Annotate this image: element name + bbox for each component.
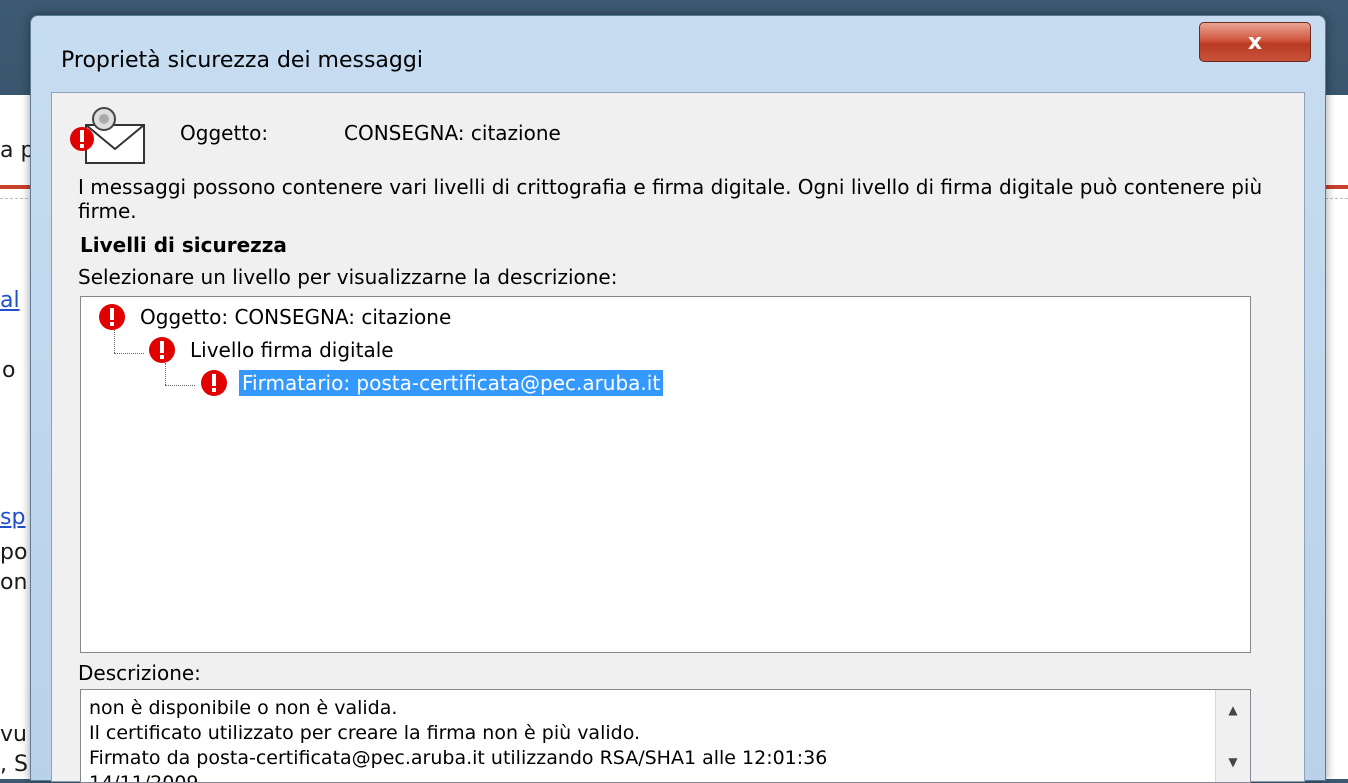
tree-item-label: Oggetto: CONSEGNA: citazione bbox=[140, 305, 452, 329]
dialog-content: Oggetto: CONSEGNA: citazione I messaggi … bbox=[51, 92, 1305, 783]
background-text-fragment: on bbox=[0, 570, 28, 595]
close-icon: x bbox=[1247, 29, 1263, 55]
description-scrollbar[interactable]: ▲ ▼ bbox=[1215, 690, 1250, 782]
tree-connector bbox=[114, 329, 115, 353]
secure-envelope-warning-icon bbox=[70, 107, 145, 164]
description-line: non è disponibile o non è valida. bbox=[89, 697, 398, 719]
tree-item-signer[interactable]: Firmatario: posta-certificata@pec.aruba.… bbox=[197, 368, 664, 398]
tree-connector bbox=[165, 385, 195, 386]
tree-item-label: Livello firma digitale bbox=[190, 338, 394, 362]
description-line: Il certificato utilizzato per creare la … bbox=[89, 722, 641, 744]
scroll-down-arrow-icon[interactable]: ▼ bbox=[1216, 748, 1250, 776]
description-line: 14/11/2009 bbox=[89, 772, 199, 783]
dialog-title: Proprietà sicurezza dei messaggi bbox=[61, 48, 423, 73]
background-link-fragment[interactable]: sp bbox=[0, 505, 25, 530]
background-text-fragment: o bbox=[2, 358, 16, 383]
description-line: Firmato da posta-certificata@pec.aruba.i… bbox=[89, 747, 828, 769]
scroll-up-arrow-icon[interactable]: ▲ bbox=[1216, 696, 1250, 724]
instruction-text: Selezionare un livello per visualizzarne… bbox=[78, 265, 618, 289]
description-label: Descrizione: bbox=[78, 661, 201, 685]
description-textbox[interactable]: non è disponibile o non è valida. Il cer… bbox=[80, 689, 1251, 783]
warning-icon bbox=[201, 370, 227, 396]
tree-item-subject[interactable]: Oggetto: CONSEGNA: citazione bbox=[95, 302, 454, 332]
background-text-fragment: po bbox=[0, 540, 28, 565]
subject-label: Oggetto: bbox=[180, 121, 269, 145]
warning-icon bbox=[99, 304, 125, 330]
security-levels-tree[interactable]: Oggetto: CONSEGNA: citazione Livello fir… bbox=[80, 296, 1251, 653]
background-text-fragment: vu bbox=[0, 722, 27, 747]
security-levels-heading: Livelli di sicurezza bbox=[80, 233, 287, 257]
close-button[interactable]: x bbox=[1199, 22, 1311, 62]
description-text: non è disponibile o non è valida. Il cer… bbox=[89, 696, 1189, 783]
background-text-fragment: , S bbox=[0, 752, 28, 777]
tree-connector bbox=[165, 363, 166, 385]
security-properties-dialog: Proprietà sicurezza dei messaggi x Ogget… bbox=[30, 15, 1326, 783]
tree-item-label: Firmatario: posta-certificata@pec.aruba.… bbox=[239, 370, 664, 396]
intro-text: I messaggi possono contenere vari livell… bbox=[78, 175, 1263, 223]
tree-connector bbox=[114, 353, 144, 354]
warning-icon bbox=[149, 337, 175, 363]
tree-item-digital-signature-level[interactable]: Livello firma digitale bbox=[145, 335, 397, 365]
subject-value: CONSEGNA: citazione bbox=[344, 121, 561, 145]
background-link-fragment[interactable]: al bbox=[0, 288, 20, 313]
